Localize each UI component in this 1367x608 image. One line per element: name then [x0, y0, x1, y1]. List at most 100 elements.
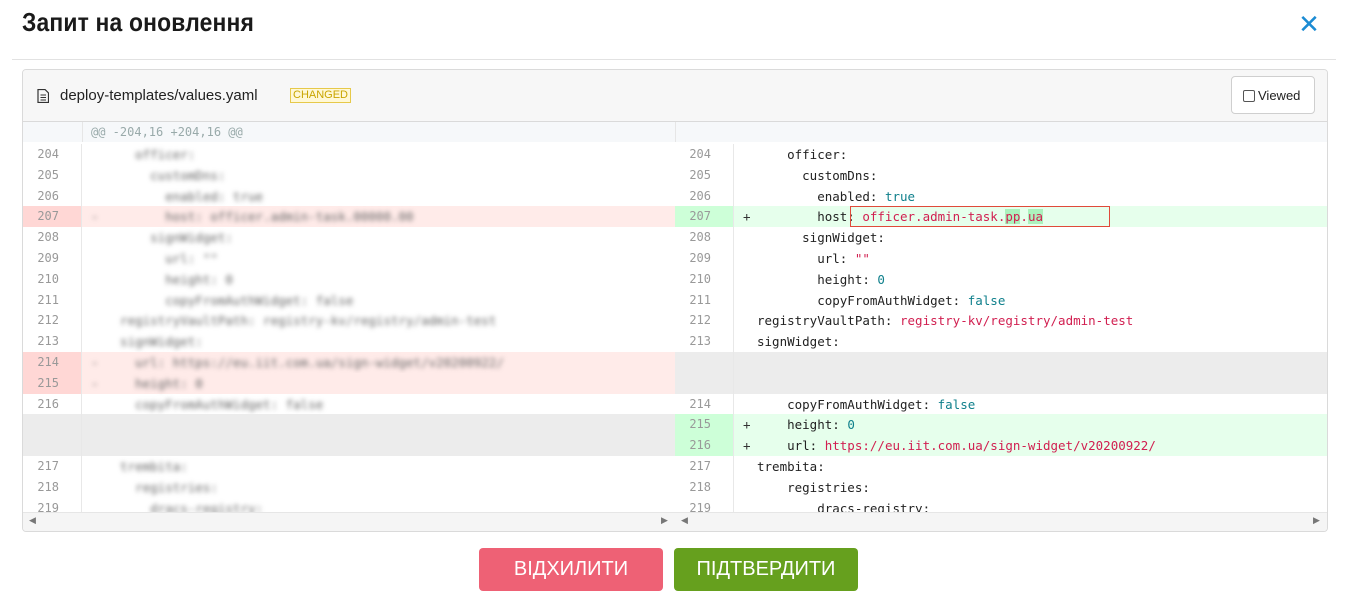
code-text: signWidget: — [105, 230, 233, 246]
line-number: 215 — [675, 414, 734, 436]
left-line: 209 url: "" — [23, 248, 675, 269]
yaml-key: customDns: — [757, 167, 878, 183]
line-number: 218 — [675, 476, 734, 498]
hunk-header-row: @@ -204,16 +204,16 @@ — [23, 122, 1327, 142]
line-number: 210 — [23, 268, 82, 290]
left-scrollbar[interactable]: ◀ ▶ — [23, 512, 675, 531]
line-number: 217 — [23, 456, 82, 477]
line-number — [675, 352, 734, 373]
diff-row: 204 officer: 204 officer: — [23, 144, 1327, 165]
yaml-key: url: — [757, 438, 825, 454]
line-number: 210 — [675, 268, 734, 290]
diff-row: 205 customDns: 205 customDns: — [23, 164, 1327, 186]
diff-row: 216 copyFromAuthWidget: false 214 copyFro… — [23, 393, 1327, 415]
code-text: copyFromAuthWidget: false — [757, 394, 975, 415]
line-number: 216 — [675, 435, 734, 457]
code-text: host: officer.admin-task.00000.00 — [105, 209, 414, 225]
code-text: height: 0 — [757, 269, 885, 290]
line-number: 215 — [23, 372, 82, 394]
scroll-right-icon[interactable]: ▶ — [1313, 515, 1320, 526]
left-line: 215- height: 0 — [23, 372, 675, 394]
diff-row: 214- url: https://eu.iit.com.ua/sign-wid… — [23, 352, 1327, 373]
scroll-left-icon[interactable]: ◀ — [29, 515, 36, 526]
code-text: registryVaultPath: registry-kv/registry/… — [105, 313, 497, 329]
diff-row: 216 + url: https://eu.iit.com.ua/sign-wid… — [23, 435, 1327, 457]
code-text: height: 0 — [105, 271, 233, 287]
diff-marker: + — [743, 209, 751, 225]
code-text: trembita: — [757, 456, 825, 477]
right-line — [675, 352, 1327, 373]
status-badge: CHANGED — [290, 88, 352, 103]
file-name[interactable]: deploy-templates/values.yaml — [60, 87, 258, 104]
code-text: height: 0 — [757, 414, 855, 435]
left-line: 214- url: https://eu.iit.com.ua/sign-wid… — [23, 352, 675, 373]
diff-row: 206 enabled: true 206 enabled: true — [23, 185, 1327, 207]
diff-row: 217 trembita: 217 trembita: — [23, 456, 1327, 477]
yaml-key: copyFromAuthWidget: — [757, 292, 968, 308]
yaml-value: 0 — [877, 271, 885, 287]
line-number: 211 — [675, 289, 734, 311]
line-number: 211 — [23, 289, 82, 311]
left-line: 210 height: 0 — [23, 268, 675, 290]
yaml-key: signWidget: — [757, 334, 840, 350]
code-text: trembita: — [105, 459, 188, 474]
scroll-right-icon[interactable]: ▶ — [661, 515, 668, 526]
right-line: 209 url: "" — [675, 248, 1327, 269]
right-line: 212 registryVaultPath: registry-kv/regist… — [675, 310, 1327, 332]
code-text: registries: — [105, 479, 218, 495]
right-line: 216 + url: https://eu.iit.com.ua/sign-wid… — [675, 435, 1327, 457]
right-line: 213 signWidget: — [675, 331, 1327, 353]
code-text: enabled: true — [757, 186, 915, 207]
right-line: 217 trembita: — [675, 456, 1327, 477]
diff-row: 218 registries: 218 registries: — [23, 476, 1327, 498]
approve-button[interactable]: ПІДТВЕРДИТИ — [674, 548, 858, 591]
line-number: 207 — [23, 206, 82, 228]
viewed-checkbox[interactable] — [1243, 90, 1255, 102]
code-text: signWidget: — [757, 227, 885, 248]
diff-marker: - — [91, 209, 99, 225]
code-text: registries: — [757, 477, 870, 498]
code-text: url: "" — [757, 248, 870, 269]
close-icon[interactable]: ✕ — [1297, 11, 1321, 37]
yaml-key: officer: — [757, 147, 848, 162]
left-line: 204 officer: — [23, 144, 675, 165]
line-number: 214 — [675, 393, 734, 415]
hunk-header: @@ -204,16 +204,16 @@ — [83, 122, 675, 142]
yaml-key: registries: — [757, 479, 870, 495]
diff-marker: + — [743, 417, 751, 433]
file-icon — [37, 89, 49, 103]
yaml-value: false — [967, 292, 1006, 308]
right-scrollbar[interactable]: ◀ ▶ — [675, 512, 1327, 531]
scroll-left-icon[interactable]: ◀ — [681, 515, 688, 526]
yaml-value: https://eu.iit.com.ua/sign-widget/v20200… — [824, 438, 1156, 454]
line-number: 208 — [675, 227, 734, 249]
code-text: copyFromAuthWidget: false — [757, 290, 1005, 311]
right-line — [675, 372, 1327, 394]
right-line: 215 + height: 0 — [675, 414, 1327, 436]
header-divider — [12, 59, 1336, 60]
left-line: 211 copyFromAuthWidget: false — [23, 289, 675, 311]
code-text: height: 0 — [105, 375, 203, 391]
left-line: 217 trembita: — [23, 456, 675, 477]
line-number: 208 — [23, 227, 82, 249]
line-number: 214 — [23, 352, 82, 373]
diff-row: 215- height: 0 — [23, 372, 1327, 394]
viewed-toggle[interactable]: Viewed — [1231, 76, 1315, 114]
left-line: 218 registries: — [23, 476, 675, 498]
dialog-title: Запит на оновлення — [22, 7, 255, 37]
diff-code-view: @@ -204,16 +204,16 @@ 204 officer: 204 of… — [23, 122, 1327, 519]
line-number: 209 — [23, 248, 82, 269]
highlight-box — [850, 206, 1110, 227]
right-line: 214 copyFromAuthWidget: false — [675, 393, 1327, 415]
yaml-value: registry-kv/registry/admin-test — [900, 313, 1134, 329]
diff-row: 215 + height: 0 — [23, 414, 1327, 436]
yaml-key: registryVaultPath: — [757, 313, 900, 329]
line-number: 207 — [675, 206, 734, 228]
line-number: 206 — [23, 185, 82, 207]
reject-button[interactable]: ВІДХИЛИТИ — [479, 548, 663, 591]
left-line — [23, 435, 675, 457]
line-number: 204 — [23, 144, 82, 165]
code-text: copyFromAuthWidget: false — [105, 396, 324, 412]
diff-row: 213 signWidget: 213 signWidget: — [23, 331, 1327, 353]
left-line: 205 customDns: — [23, 164, 675, 186]
